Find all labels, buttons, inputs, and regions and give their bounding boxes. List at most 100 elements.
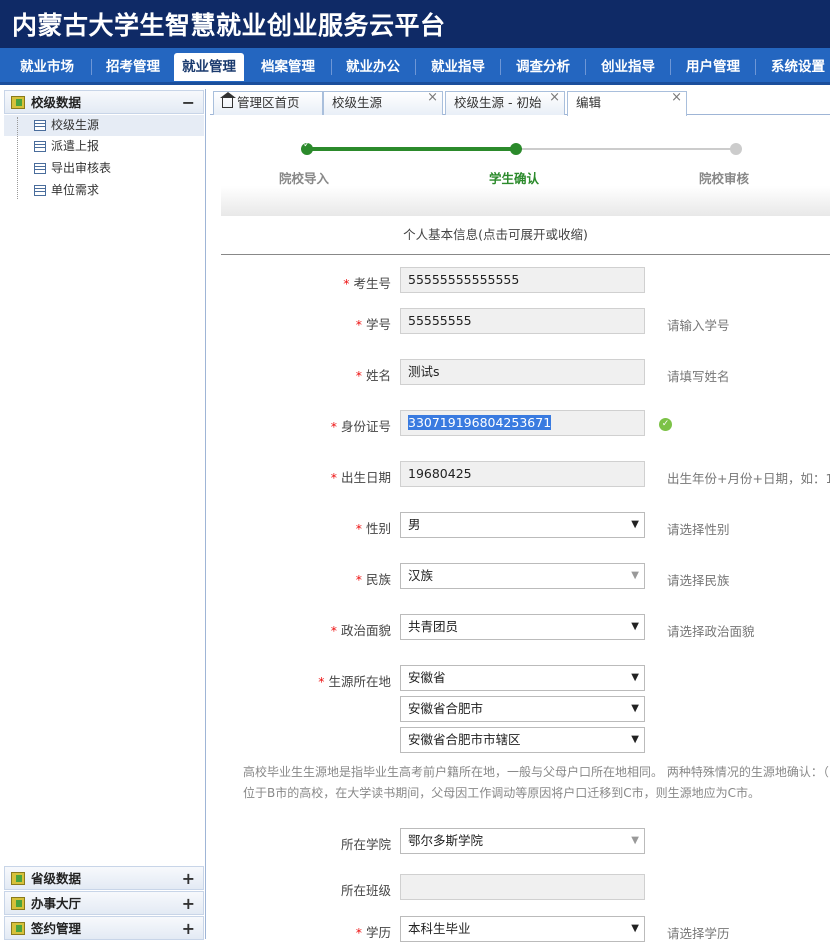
- nav-item-office[interactable]: 就业办公: [336, 53, 410, 81]
- collapse-icon[interactable]: −: [182, 91, 195, 115]
- name-label: * 姓名: [355, 368, 391, 383]
- folder-icon: [11, 922, 25, 935]
- ethnic-select[interactable]: 汉族 ▼: [400, 563, 645, 589]
- political-label: * 政治面貌: [330, 623, 391, 638]
- dropdown-arrow-icon: ▼: [631, 570, 639, 581]
- required-mark: *: [330, 623, 337, 638]
- student-no-hint: 请输入学号: [667, 318, 730, 333]
- required-mark: *: [330, 470, 337, 485]
- gender-select[interactable]: 男 ▼: [400, 512, 645, 538]
- nav-separator: [91, 59, 92, 75]
- birth-hint: 出生年份+月份+日期，如：199: [667, 471, 830, 486]
- tab-admin-home[interactable]: 管理区首页: [213, 91, 323, 115]
- app-title: 内蒙古大学生智慧就业创业服务云平台: [12, 11, 446, 40]
- required-mark: *: [355, 925, 362, 940]
- table-icon: [34, 141, 46, 152]
- main-content: 院校导入 学生确认 院校审核 个人基本信息(点击可展开或收缩) *考生号 555…: [210, 116, 830, 942]
- nav-item-startup[interactable]: 创业指导: [590, 53, 666, 81]
- sidebar-item-employer-demand[interactable]: 单位需求: [4, 180, 204, 201]
- required-mark: *: [355, 572, 362, 587]
- tab-school-source[interactable]: 校级生源 ×: [323, 90, 443, 115]
- origin-note-line2: 位于B市的高校，在大学读书期间，父母因工作调动等原因将户口迁移到C市，则生源地应…: [243, 786, 760, 800]
- nav-item-recruitment[interactable]: 招考管理: [96, 53, 170, 81]
- dropdown-arrow-icon: ▼: [631, 519, 639, 530]
- dropdown-arrow-icon: ▼: [631, 672, 639, 683]
- student-no-label: * 学号: [355, 317, 391, 332]
- step-current-icon: [510, 143, 522, 155]
- panel-province-data[interactable]: 省级数据 +: [4, 866, 204, 890]
- required-mark: *: [343, 276, 350, 291]
- class-label: 所在班级: [340, 883, 391, 898]
- home-icon: [220, 92, 236, 108]
- expand-icon[interactable]: +: [182, 867, 195, 891]
- degree-label: * 学历: [355, 925, 391, 940]
- nav-item-job-market[interactable]: 就业市场: [8, 53, 86, 81]
- progress-steps: 院校导入 学生确认 院校审核: [221, 116, 830, 216]
- close-icon[interactable]: ×: [671, 87, 682, 109]
- table-icon: [34, 120, 46, 131]
- college-label: 所在学院: [340, 837, 391, 852]
- folder-icon: [11, 872, 25, 885]
- dropdown-arrow-icon: ▼: [631, 621, 639, 632]
- nav-item-settings[interactable]: 系统设置: [760, 53, 830, 81]
- political-select[interactable]: 共青团员 ▼: [400, 614, 645, 640]
- class-field[interactable]: [400, 874, 645, 900]
- nav-item-users[interactable]: 用户管理: [675, 53, 751, 81]
- nav-item-guidance[interactable]: 就业指导: [420, 53, 496, 81]
- student-no-field[interactable]: 55555555: [400, 308, 645, 334]
- gender-label: * 性别: [355, 521, 391, 536]
- gender-hint: 请选择性别: [667, 522, 730, 537]
- sidebar-item-export-review[interactable]: 导出审核表: [4, 158, 204, 179]
- origin-city-select[interactable]: 安徽省合肥市 ▼: [400, 696, 645, 722]
- required-mark: *: [355, 317, 362, 332]
- table-icon: [34, 185, 46, 196]
- folder-icon: [11, 96, 25, 109]
- step-pending-icon: [730, 143, 742, 155]
- tab-bar: 管理区首页 校级生源 × 校级生源 - 初始 × 编辑 ×: [210, 89, 830, 116]
- nav-separator: [331, 59, 332, 75]
- check-icon: ✓: [659, 418, 672, 431]
- close-icon[interactable]: ×: [549, 87, 560, 109]
- birth-field[interactable]: 19680425: [400, 461, 645, 487]
- step-label-review: 院校审核: [699, 171, 750, 186]
- step-done-icon: [301, 140, 313, 155]
- step-label-confirm: 学生确认: [489, 171, 540, 186]
- nav-item-archive[interactable]: 档案管理: [250, 53, 326, 81]
- panel-service-hall[interactable]: 办事大厅 +: [4, 891, 204, 915]
- close-icon[interactable]: ×: [427, 87, 438, 109]
- degree-select[interactable]: 本科生毕业 ▼: [400, 916, 645, 942]
- birth-label: * 出生日期: [330, 470, 391, 485]
- table-icon: [34, 163, 46, 174]
- dropdown-arrow-icon: ▼: [631, 835, 639, 846]
- step-label-import: 院校导入: [279, 171, 330, 186]
- name-field[interactable]: 测试s: [400, 359, 645, 385]
- origin-province-select[interactable]: 安徽省 ▼: [400, 665, 645, 691]
- sidebar-item-school-source[interactable]: 校级生源: [4, 115, 204, 136]
- origin-note-line1: 高校毕业生生源地是指毕业生高考前户籍所在地，一般与父母户口所在地相同。 两种特殊…: [243, 765, 829, 779]
- ethnic-label: * 民族: [355, 572, 391, 587]
- step-bar-done: [307, 147, 517, 151]
- required-mark: *: [330, 419, 337, 434]
- app-header: 内蒙古大学生智慧就业创业服务云平台: [0, 0, 830, 48]
- sidebar-item-dispatch-report[interactable]: 派遣上报: [4, 136, 204, 157]
- panel-contract-mgmt[interactable]: 签约管理 +: [4, 916, 204, 940]
- exam-no-field[interactable]: 55555555555555: [400, 267, 645, 293]
- expand-icon[interactable]: +: [182, 917, 195, 941]
- nav-separator: [670, 59, 671, 75]
- nav-item-survey[interactable]: 调查分析: [505, 53, 581, 81]
- political-hint: 请选择政治面貌: [667, 624, 755, 639]
- nav-separator: [585, 59, 586, 75]
- origin-label: * 生源所在地: [318, 674, 391, 689]
- nav-item-employment-mgmt[interactable]: 就业管理: [174, 53, 244, 81]
- expand-icon[interactable]: +: [182, 892, 195, 916]
- sidebar: 校级数据 − 校级生源 派遣上报 导出审核表 单位需求 省级数据 + 办事大厅 …: [0, 89, 206, 940]
- required-mark: *: [318, 674, 325, 689]
- college-select[interactable]: 鄂尔多斯学院 ▼: [400, 828, 645, 854]
- panel-school-data[interactable]: 校级数据 −: [4, 90, 204, 114]
- tab-edit[interactable]: 编辑 ×: [567, 90, 687, 116]
- origin-district-select[interactable]: 安徽省合肥市市辖区 ▼: [400, 727, 645, 753]
- tab-school-source-initial[interactable]: 校级生源 - 初始 ×: [445, 90, 565, 115]
- id-no-field[interactable]: 330719196804253671: [400, 410, 645, 436]
- dropdown-arrow-icon: ▼: [631, 923, 639, 934]
- section-header[interactable]: 个人基本信息(点击可展开或收缩): [221, 217, 830, 255]
